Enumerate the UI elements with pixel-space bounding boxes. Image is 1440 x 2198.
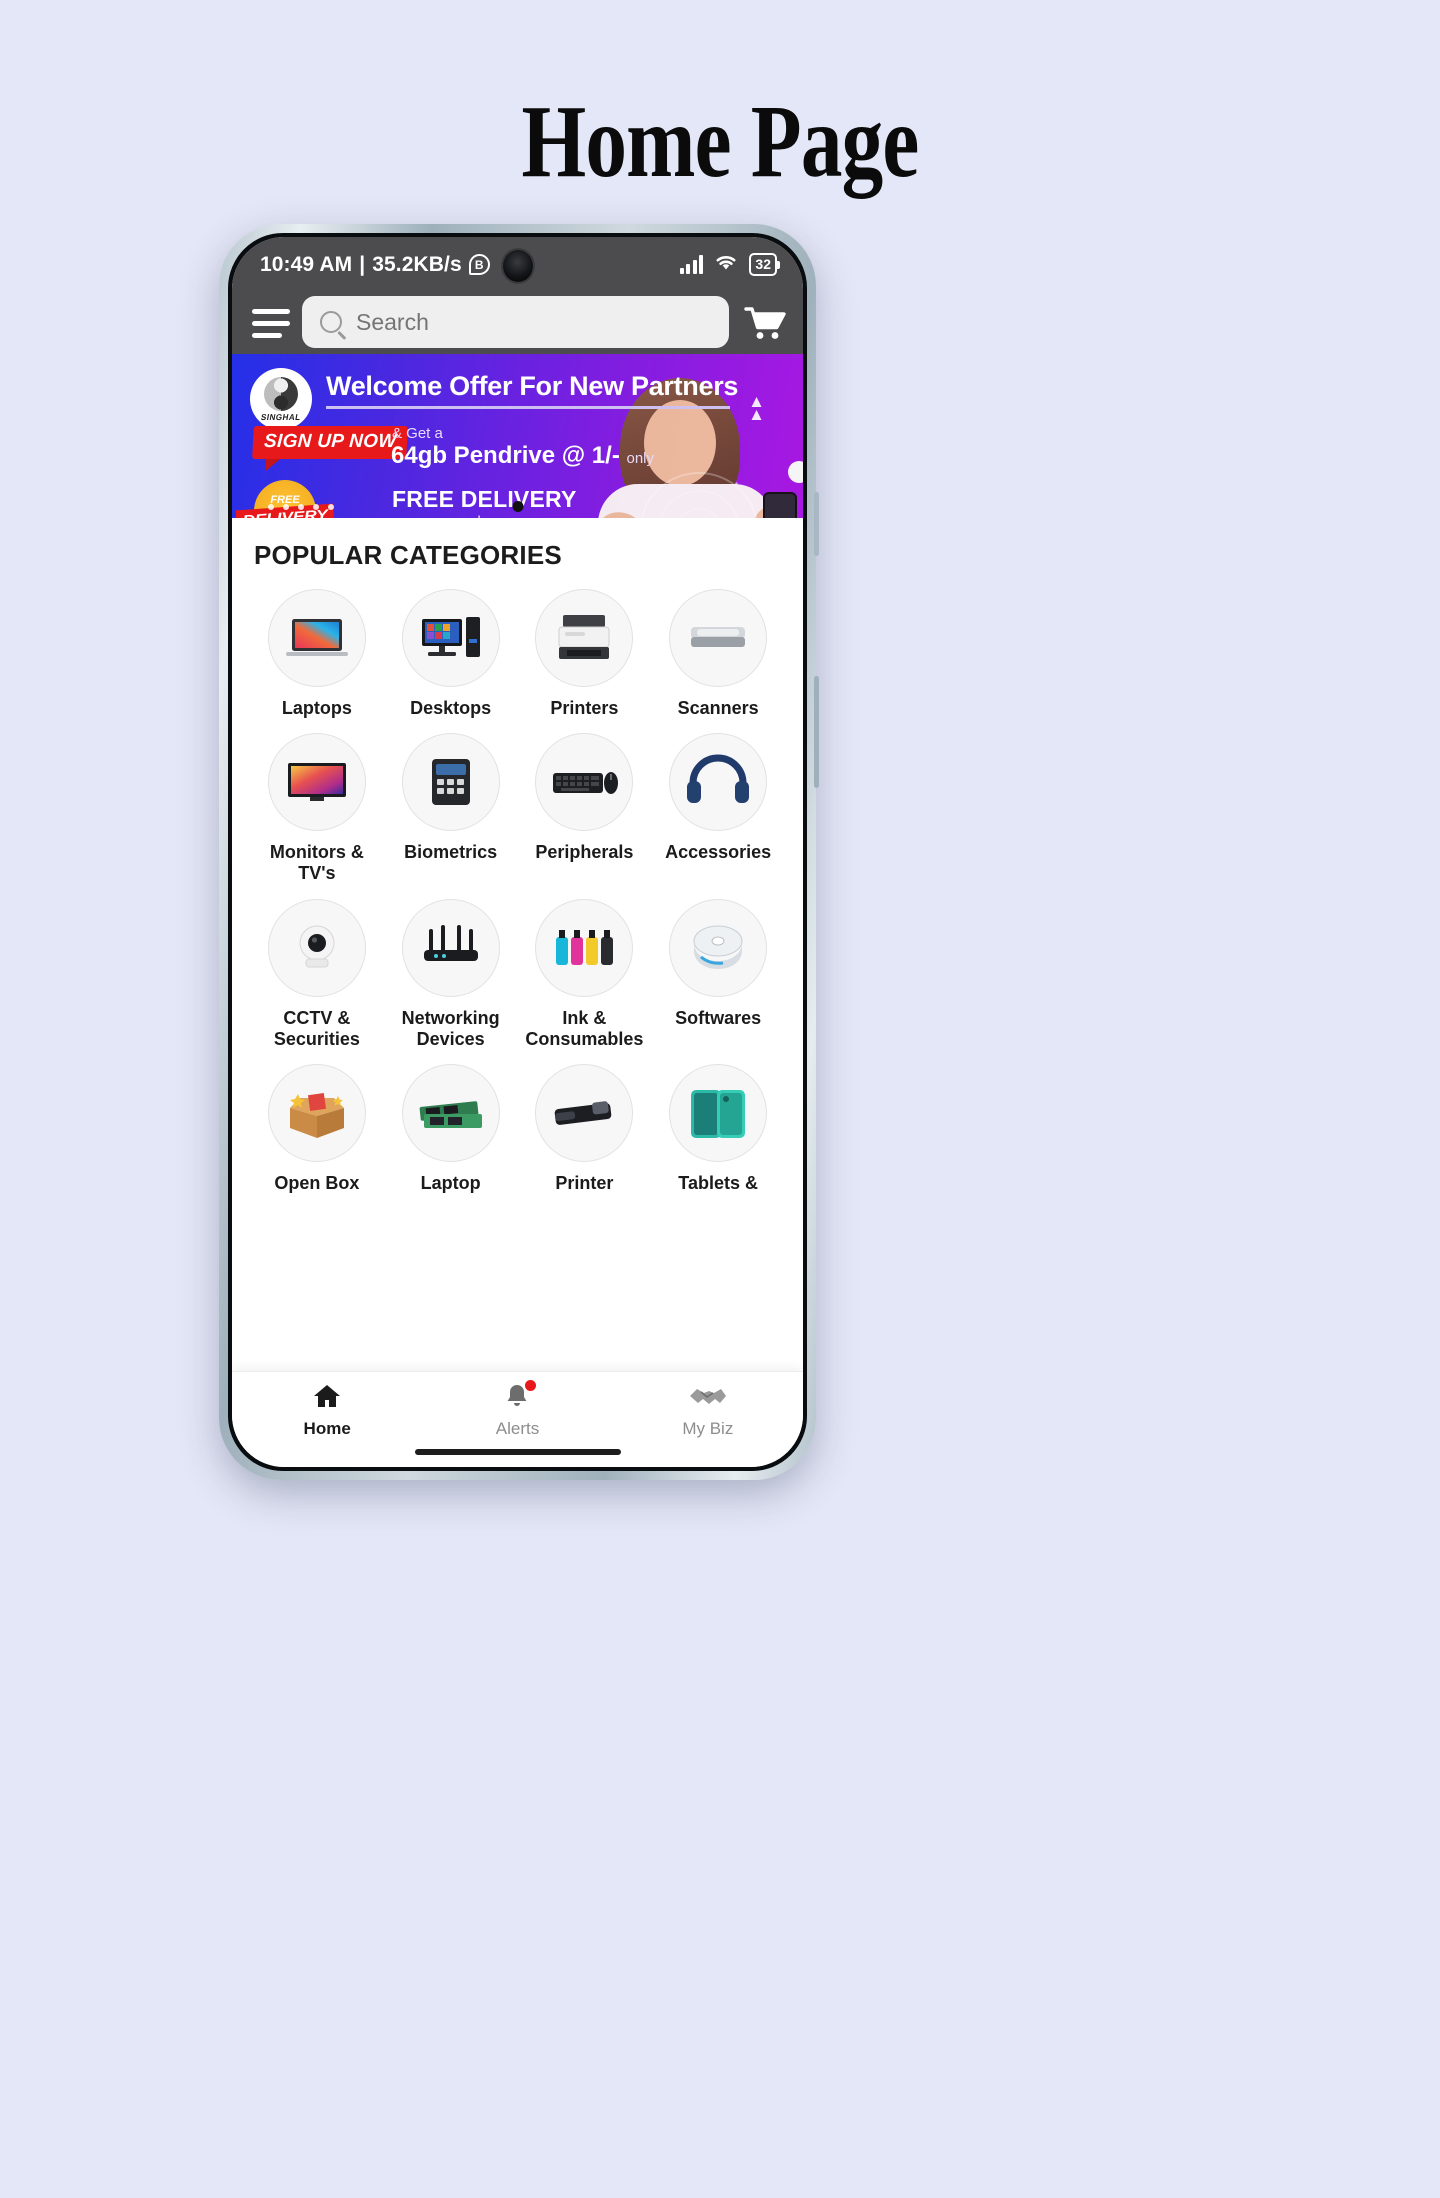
search-icon <box>320 311 342 333</box>
category-label: Softwares <box>675 1007 762 1028</box>
free-delivery-title: FREE DELIVERY <box>392 486 577 512</box>
banner-pagination-dots[interactable] <box>268 504 334 510</box>
home-indicator[interactable] <box>414 1449 621 1455</box>
category-item-laptops[interactable]: Laptops <box>250 589 384 719</box>
search-input[interactable] <box>356 308 711 336</box>
data-saver-badge-icon: B <box>468 254 490 275</box>
dvd-disc-icon <box>669 898 768 997</box>
headphones-icon <box>669 733 768 832</box>
banner-title-underline <box>326 406 730 409</box>
nav-label: My Biz <box>682 1419 734 1438</box>
handshake-icon <box>687 1382 729 1415</box>
category-label: Tablets & <box>678 1173 758 1194</box>
banner-title: Welcome Offer For New Partners <box>326 371 739 401</box>
nav-label: Alerts <box>495 1419 540 1438</box>
category-label: Ink & Consumables <box>525 1007 644 1049</box>
category-item-ink-consumables[interactable]: Ink & Consumables <box>518 898 652 1050</box>
front-camera-icon <box>502 250 533 282</box>
section-heading: POPULAR CATEGORIES <box>254 540 562 570</box>
status-time: 10:49 AM <box>260 252 353 276</box>
toner-cartridge-icon <box>535 1064 634 1163</box>
category-item-cctv-securities[interactable]: CCTV & Securities <box>250 898 384 1050</box>
logo-text: SINGHAL <box>260 411 302 422</box>
popular-categories-section: POPULAR CATEGORIES Laptops Desktops Prin… <box>232 518 803 1233</box>
signal-bars-icon <box>679 255 704 274</box>
category-item-biometrics[interactable]: Biometrics <box>384 733 518 884</box>
alerts-badge <box>525 1380 537 1391</box>
category-item-peripherals[interactable]: Peripherals <box>518 733 652 884</box>
wifi-router-icon <box>401 898 500 997</box>
category-label: Accessories <box>665 842 772 863</box>
home-icon <box>312 1382 342 1415</box>
category-item-tablets[interactable]: Tablets & <box>651 1064 785 1194</box>
ram-module-icon <box>401 1064 500 1163</box>
brand-logo: SINGHAL <box>250 368 312 430</box>
keyboard-mouse-icon <box>535 733 634 832</box>
category-grid: Laptops Desktops Printers Scanners Monit… <box>250 589 785 1194</box>
bottom-navigation: Home Alerts My Biz <box>232 1371 803 1467</box>
shopping-cart-icon[interactable] <box>741 301 789 345</box>
status-network-speed: 35.2KB/s <box>372 252 462 276</box>
cctv-camera-icon <box>267 898 366 997</box>
tablet-phone-icon <box>669 1064 768 1163</box>
biometric-device-icon <box>401 733 500 832</box>
category-label: Printers <box>550 698 619 718</box>
logo-mark-icon <box>264 376 298 411</box>
category-item-networking-devices[interactable]: Networking Devices <box>384 898 518 1050</box>
banner-offer-suffix: only <box>626 450 655 467</box>
nav-label: Home <box>303 1419 351 1438</box>
laptop-icon <box>267 589 366 687</box>
promo-banner[interactable]: SINGHAL Welcome Offer For New Partners S… <box>232 354 803 518</box>
status-separator: | <box>359 252 366 276</box>
category-item-desktops[interactable]: Desktops <box>384 589 518 719</box>
category-label: Laptop <box>420 1173 481 1194</box>
search-bar[interactable] <box>302 296 729 348</box>
category-item-open-box[interactable]: Open Box <box>250 1064 384 1194</box>
category-item-printers[interactable]: Printers <box>518 589 652 719</box>
category-item-accessories[interactable]: Accessories <box>651 733 785 884</box>
banner-offer-main: 64gb Pendrive @ 1/- only <box>391 442 655 469</box>
desktop-computer-icon <box>401 589 500 687</box>
scanner-icon <box>669 589 768 687</box>
category-label: Networking Devices <box>401 1007 500 1049</box>
category-label: Laptops <box>281 698 352 718</box>
category-item-printer-toner[interactable]: Printer <box>518 1064 652 1194</box>
page-title: Home Page <box>521 84 919 199</box>
status-bar: 10:49 AM | 35.2KB/s B 32 <box>232 237 803 292</box>
free-delivery-badge-icon: FREE DELIVERY <box>235 480 335 518</box>
banner-next-handle[interactable] <box>788 461 803 483</box>
nav-item-my-biz[interactable]: My Biz <box>613 1382 803 1439</box>
category-item-softwares[interactable]: Softwares <box>651 898 785 1050</box>
hamburger-menu-icon[interactable] <box>252 308 290 338</box>
category-label: Printer <box>555 1173 614 1194</box>
printer-icon <box>535 589 634 687</box>
sign-up-now-button[interactable]: SIGN UP NOW <box>252 426 409 459</box>
category-item-scanners[interactable]: Scanners <box>651 589 785 719</box>
wifi-icon <box>713 252 739 277</box>
category-item-laptop-ram[interactable]: Laptop <box>384 1064 518 1194</box>
category-label: Scanners <box>677 698 759 718</box>
double-chevron-up-icon[interactable]: ▲ ▲ <box>748 393 765 422</box>
nav-item-home[interactable]: Home <box>232 1382 422 1439</box>
app-header <box>232 292 803 354</box>
phone-mockup: 10:49 AM | 35.2KB/s B 32 Search SINGHAL … <box>219 224 819 1480</box>
monitor-tv-icon <box>267 733 366 832</box>
category-label: Peripherals <box>535 842 634 863</box>
battery-indicator: 32 <box>749 253 780 276</box>
banner-active-dot[interactable] <box>512 501 523 512</box>
open-box-icon <box>267 1064 366 1163</box>
nav-item-alerts[interactable]: Alerts <box>422 1380 612 1439</box>
category-item-monitors-tvs[interactable]: Monitors & TV's <box>250 733 384 884</box>
bell-icon <box>503 1380 537 1415</box>
volume-button[interactable] <box>814 492 819 556</box>
power-button[interactable] <box>814 676 819 788</box>
category-label: Open Box <box>274 1173 360 1194</box>
category-label: Desktops <box>410 698 492 718</box>
ink-bottles-icon <box>535 898 634 997</box>
category-label: Biometrics <box>404 842 498 863</box>
category-label: Monitors & TV's <box>269 842 364 884</box>
phone-screen: 10:49 AM | 35.2KB/s B 32 Search SINGHAL … <box>232 237 803 1467</box>
banner-get-label: & Get a <box>392 425 443 442</box>
category-label: CCTV & Securities <box>273 1007 360 1049</box>
